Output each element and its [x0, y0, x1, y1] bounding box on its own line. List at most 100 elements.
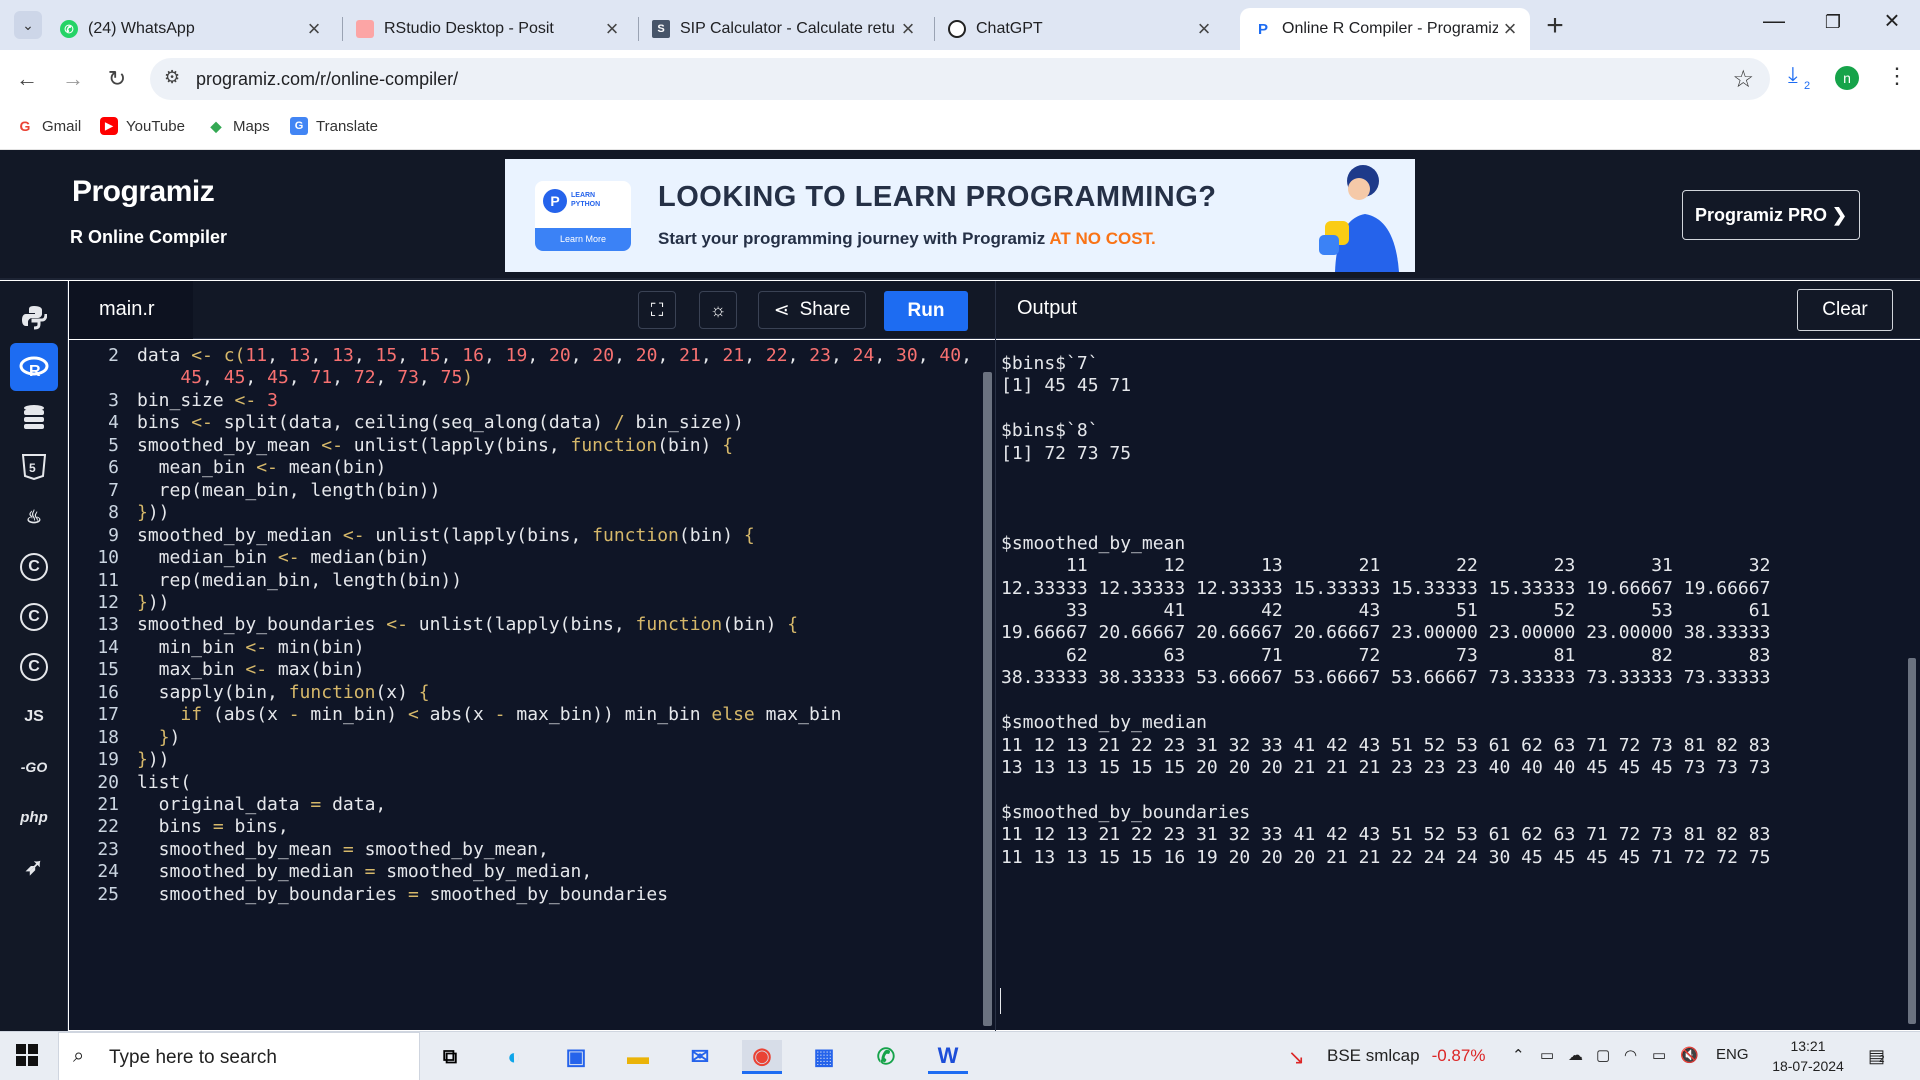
r-language-icon[interactable]: R [10, 343, 58, 391]
whatsapp-taskbar-icon[interactable]: ✆ [866, 1040, 906, 1074]
learn-more-button[interactable]: Learn More [535, 228, 631, 251]
tab-programiz[interactable]: P Online R Compiler - Programiz × [1240, 8, 1530, 50]
csharp-icon[interactable]: C [10, 643, 58, 691]
download-icon[interactable]: ⤓ 2 [1788, 62, 1810, 92]
close-tab-icon[interactable]: × [896, 16, 920, 42]
code-text: sapply(bin, function(x) { [137, 681, 430, 703]
chrome-icon[interactable]: ◉ [742, 1040, 782, 1074]
close-tab-icon[interactable]: × [302, 16, 326, 42]
task-view-icon[interactable]: ⧉ [430, 1040, 470, 1074]
bookmark-gmail[interactable]: G Gmail [16, 117, 82, 135]
run-button[interactable]: Run [884, 291, 968, 331]
address-bar[interactable]: ⚙ programiz.com/r/online-compiler/ ☆ [150, 58, 1770, 100]
python-icon[interactable] [10, 293, 58, 341]
onedrive-icon[interactable]: ☁ [1568, 1046, 1583, 1064]
editor-scrollbar[interactable] [981, 340, 995, 1030]
bookmark-translate[interactable]: G Translate [290, 117, 378, 135]
back-button[interactable]: ← [12, 66, 42, 92]
code-text: rep(median_bin, length(bin)) [137, 569, 463, 591]
swift-icon[interactable]: ➶ [10, 843, 58, 891]
editor-scrollbar-thumb[interactable] [983, 372, 992, 1026]
close-tab-icon[interactable]: × [1192, 16, 1216, 42]
code-text: }) [158, 726, 181, 748]
minimize-button[interactable]: — [1754, 8, 1794, 34]
javascript-icon[interactable]: JS [10, 693, 58, 741]
display-icon[interactable]: ▢ [1596, 1046, 1610, 1064]
language-indicator[interactable]: ENG [1716, 1046, 1749, 1063]
profile-avatar[interactable]: n [1835, 66, 1859, 90]
code-editor[interactable]: 2 data <- c(11, 13, 13, 15, 15, 16, 19, 2… [69, 340, 981, 1030]
code-text: median_bin <- median(bin) [137, 547, 430, 569]
close-tab-icon[interactable]: × [600, 16, 624, 42]
clock-date: 18-07-2024 [1772, 1058, 1844, 1074]
output-line: [1] 72 73 75 [1001, 442, 1132, 464]
url-text[interactable]: programiz.com/r/online-compiler/ [196, 69, 458, 90]
chevron-up-icon[interactable]: ⌃ [1512, 1046, 1525, 1064]
store-icon[interactable]: ▣ [556, 1040, 596, 1074]
ad-banner[interactable]: P LEARN PYTHON Learn More LOOKING TO LEAR… [505, 159, 1415, 272]
browser-menu-icon[interactable]: ⋮ [1886, 63, 1908, 89]
share-button[interactable]: ⋖ Share [758, 291, 866, 329]
restore-button[interactable]: ❐ [1813, 12, 1853, 33]
volume-muted-icon[interactable]: 🔇 [1680, 1046, 1699, 1064]
bookmark-youtube[interactable]: ▶ YouTube [100, 117, 185, 135]
c-language-icon[interactable]: C [10, 543, 58, 591]
tab-sip-calculator[interactable]: S SIP Calculator - Calculate return × [638, 8, 928, 50]
word-icon[interactable]: W [928, 1040, 968, 1074]
site-info-icon[interactable]: ⚙ [164, 67, 180, 88]
tab-chatgpt[interactable]: ChatGPT × [934, 8, 1224, 50]
meet-icon[interactable]: ▭ [1540, 1046, 1554, 1064]
edge-icon[interactable]: ◐ [494, 1040, 534, 1074]
search-icon: ⌕ [73, 1045, 85, 1067]
output-title: Output [1017, 297, 1078, 319]
windows-start-icon[interactable] [16, 1044, 38, 1073]
cpp-icon[interactable]: C [10, 593, 58, 641]
battery-icon[interactable]: ▭ [1652, 1046, 1666, 1064]
bookmark-star-icon[interactable]: ☆ [1732, 65, 1754, 94]
go-icon[interactable]: -GO [10, 743, 58, 791]
forward-button[interactable]: → [58, 66, 88, 92]
editor-toolbar: main.r ⛶ ☼ ⋖ Share Run [69, 281, 995, 339]
notifications-icon[interactable]: ▤2 [1868, 1046, 1885, 1067]
file-tab-main-r[interactable]: main.r [69, 281, 193, 339]
tab-whatsapp[interactable]: ✆ (24) WhatsApp × [46, 8, 334, 50]
php-icon[interactable]: php [10, 793, 58, 841]
close-tab-icon[interactable]: × [1498, 16, 1522, 42]
youtube-icon: ▶ [100, 117, 118, 135]
bookmark-label: YouTube [126, 117, 185, 135]
system-clock[interactable]: 13:21 18-07-2024 [1770, 1036, 1846, 1076]
output-scrollbar[interactable] [1904, 340, 1920, 1030]
programiz-pro-button[interactable]: Programiz PRO ❯ [1682, 190, 1860, 240]
clock-time: 13:21 [1790, 1038, 1826, 1054]
sql-database-icon[interactable] [10, 393, 58, 441]
wifi-icon[interactable]: ◠ [1624, 1046, 1637, 1064]
code-text: })) [137, 749, 170, 771]
tab-search-button[interactable]: ⌄ [14, 11, 42, 39]
close-window-button[interactable]: × [1872, 5, 1912, 36]
clear-button[interactable]: Clear [1797, 289, 1893, 331]
code-line[interactable]: 25 smoothed_by_boundaries = smoothed_by_… [69, 881, 981, 908]
reload-button[interactable]: ↻ [102, 66, 132, 92]
java-icon[interactable]: ♨ [10, 493, 58, 541]
fullscreen-icon[interactable]: ⛶ [638, 291, 676, 329]
tab-title: ChatGPT [976, 20, 1043, 37]
code-text: smoothed_by_boundaries <- unlist(lapply(… [137, 614, 799, 636]
svg-text:R: R [29, 363, 41, 379]
output-scrollbar-thumb[interactable] [1908, 658, 1916, 1024]
mail-icon[interactable]: ✉ [680, 1040, 720, 1074]
file-explorer-icon[interactable]: ▬ [618, 1040, 658, 1074]
code-text: bins = bins, [137, 816, 289, 838]
output-console[interactable]: $bins$`7` [1] 45 45 71 $bins$`8` [1] 72 73 … [996, 340, 1904, 1030]
microsoft-store-icon[interactable]: ▦ [804, 1040, 844, 1074]
html5-icon[interactable]: 5 [10, 443, 58, 491]
theme-toggle-icon[interactable]: ☼ [699, 291, 737, 329]
new-tab-button[interactable]: + [1540, 9, 1570, 43]
stock-widget[interactable]: BSE smlcap -0.87% [1327, 1046, 1485, 1066]
tab-rstudio[interactable]: RStudio Desktop - Posit × [342, 8, 632, 50]
bookmark-maps[interactable]: ◆ Maps [207, 117, 270, 135]
stock-change: -0.87% [1431, 1046, 1486, 1065]
programiz-logo[interactable]: Programiz [72, 175, 215, 209]
maps-icon: ◆ [210, 117, 222, 134]
code-text: mean_bin <- mean(bin) [137, 457, 387, 479]
taskbar-search[interactable]: ⌕ Type here to search [58, 1032, 420, 1080]
